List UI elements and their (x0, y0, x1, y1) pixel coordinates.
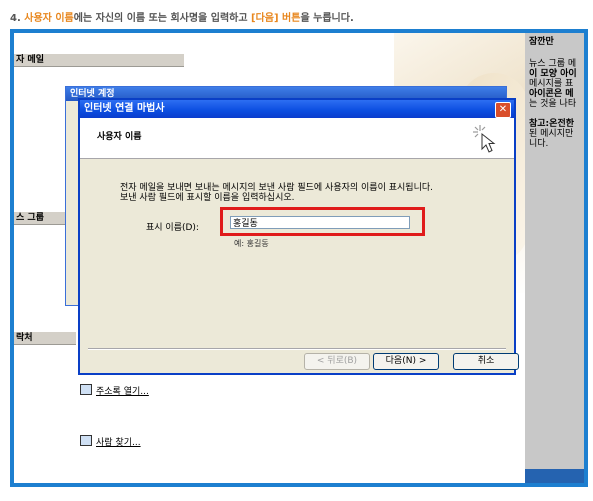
connection-wizard-dialog: 인터넷 연결 마법사 ✕ 사용자 이름 전자 메일을 보내면 보내는 메시지의 … (78, 98, 519, 375)
next-button[interactable]: 다음(N) > (373, 353, 439, 370)
tip-panel: 잠깐만 뉴스 그룹 메 이 모양 아이 메시지를 표 아이콘은 메 는 것을 나… (525, 33, 584, 483)
back-button[interactable]: < 뒤로(B) (304, 353, 370, 370)
close-icon[interactable]: ✕ (495, 102, 511, 118)
instruction-suffix: 을 누릅니다. (300, 13, 354, 24)
wizard-cursor-icon (473, 125, 496, 153)
instruction-middle: 에는 자신의 이름 또는 회사명을 입력하고 (73, 13, 252, 24)
tip-line: 아이콘은 메 (529, 89, 574, 99)
wizard-title: 인터넷 연결 마법사 (84, 103, 165, 114)
contacts-section-bar: 락처 (14, 332, 76, 345)
find-people-label[interactable]: 사람 찾기... (96, 438, 141, 448)
tip-line: 이 모양 아이 (529, 69, 577, 79)
tip-note-line: 참고:온전한 (529, 119, 574, 129)
tip-title: 잠깐만 (529, 37, 554, 47)
wizard-title-bar: 인터넷 연결 마법사 (80, 100, 514, 118)
wizard-header: 사용자 이름 (80, 118, 514, 159)
instruction-highlight-next: [다음] 버튼 (251, 13, 301, 24)
description-line-2: 보낸 사람 필드에 표시할 이름을 입력하십시오. (120, 193, 295, 203)
display-name-label: 표시 이름(D): (146, 223, 199, 233)
button-divider (88, 348, 506, 350)
cancel-button[interactable]: 취소 (453, 353, 519, 370)
wizard-step-title: 사용자 이름 (97, 132, 142, 142)
open-addressbook-label[interactable]: 주소록 열기... (96, 387, 149, 397)
find-people-icon (80, 435, 92, 446)
open-addressbook-link[interactable]: 주소록 열기... (80, 384, 149, 397)
instruction-highlight-username: 사용자 이름 (24, 13, 74, 24)
tip-line: 메시지를 표 (529, 79, 574, 89)
tip-line: 는 것을 나타 (529, 99, 577, 109)
example-hint: 예: 홍길동 (234, 239, 269, 248)
tip-line: 뉴스 그룹 메 (529, 59, 577, 69)
instruction-prefix: 4. (10, 13, 25, 24)
screenshot-frame: 자 메일 스 그룹 락처 주소록 열기... 사람 찾기... 잠깐만 뉴스 그… (10, 29, 588, 487)
find-people-link[interactable]: 사람 찾기... (80, 435, 141, 448)
tip-panel-footer (525, 469, 584, 483)
highlight-box (220, 207, 425, 236)
mail-section-bar: 자 메일 (14, 54, 184, 67)
tip-note-line: 된 메시지만 (529, 129, 574, 139)
addressbook-icon (80, 384, 92, 395)
tip-note-line: 니다. (529, 139, 549, 149)
instruction-text: 4. 사용자 이름에는 자신의 이름 또는 회사명을 입력하고 [다음] 버튼을… (10, 9, 354, 24)
